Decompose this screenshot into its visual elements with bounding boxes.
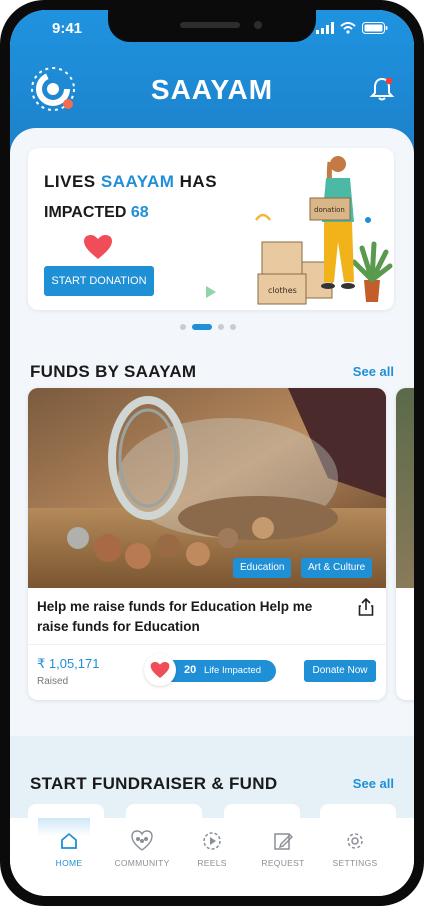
settings-icon [347,833,363,849]
device-notch [108,10,316,42]
bottom-tab-bar: HOME COMMUNITY REELS REQUEST SETTINGS [10,818,414,896]
impact-count: 68 [130,204,149,221]
triangle-decor-icon [206,286,216,298]
donation-illustration: clothes donation [257,156,393,305]
fund-card-next-peek[interactable] [396,388,414,700]
funds-see-all-link[interactable]: See all [353,364,394,379]
status-time: 9:41 [52,20,83,37]
banner-headline-line1: LIVES SAAYAM HAS [44,172,218,191]
wifi-icon [340,22,356,34]
request-icon [274,833,293,850]
carousel-dot[interactable] [180,324,186,330]
fundraiser-see-all-link[interactable]: See all [353,776,394,791]
share-icon[interactable] [358,598,374,616]
carousel-dot[interactable] [230,324,236,330]
tag-art-culture[interactable]: Art & Culture [301,558,373,578]
heart-icon [150,662,170,678]
signal-icon [316,22,334,34]
status-icons [316,22,388,34]
box-label-donation: donation [314,206,345,214]
raised-label: Raised [37,676,69,687]
tab-community[interactable]: COMMUNITY [107,828,177,868]
main-content: LIVES SAAYAM HAS IMPACTED 68 START DONAT… [10,128,414,834]
carousel-indicator[interactable] [180,324,236,330]
fund-card[interactable]: Education Art & Culture Help me raise fu… [28,388,386,700]
impact-heart-circle [144,654,176,686]
carousel-dot[interactable] [218,324,224,330]
impact-count: 20 [184,664,197,676]
box-label-clothes: clothes [268,286,297,295]
carousel-dot-active[interactable] [192,324,212,330]
app-screen: 9:41 SAAYAM LIVES SAAYAM HAS IMPACTED 68… [10,10,414,896]
impact-label: Life Impacted [204,665,262,676]
phone-frame: 9:41 SAAYAM LIVES SAAYAM HAS IMPACTED 68… [0,0,424,906]
bell-icon[interactable] [370,76,394,102]
fund-card-title[interactable]: Help me raise funds for Education Help m… [37,597,347,637]
card-divider [28,644,386,645]
tag-education[interactable]: Education [233,558,292,578]
raised-amount: ₹ 1,05,171 [37,656,100,671]
community-icon [131,830,153,851]
app-brand-title: SAAYAM [150,74,274,105]
tab-reels[interactable]: REELS [177,828,247,868]
impact-banner[interactable]: LIVES SAAYAM HAS IMPACTED 68 START DONAT… [28,148,394,310]
tab-home[interactable]: HOME [34,818,104,868]
funds-section-title: FUNDS BY SAAYAM [30,362,197,381]
heart-icon [84,235,112,259]
donate-now-button[interactable]: Donate Now [304,660,376,682]
fundraiser-section-title: START FUNDRAISER & FUND [30,774,278,793]
tab-request[interactable]: REQUEST [248,828,318,868]
tab-settings[interactable]: SETTINGS [320,828,390,868]
battery-icon [362,22,388,34]
start-donation-button[interactable]: START DONATION [44,266,154,296]
tab-active-indicator [38,818,90,836]
life-impacted-badge: 20 Life Impacted [144,654,276,686]
banner-headline-line2: IMPACTED 68 [44,204,149,221]
reels-icon [203,832,221,850]
